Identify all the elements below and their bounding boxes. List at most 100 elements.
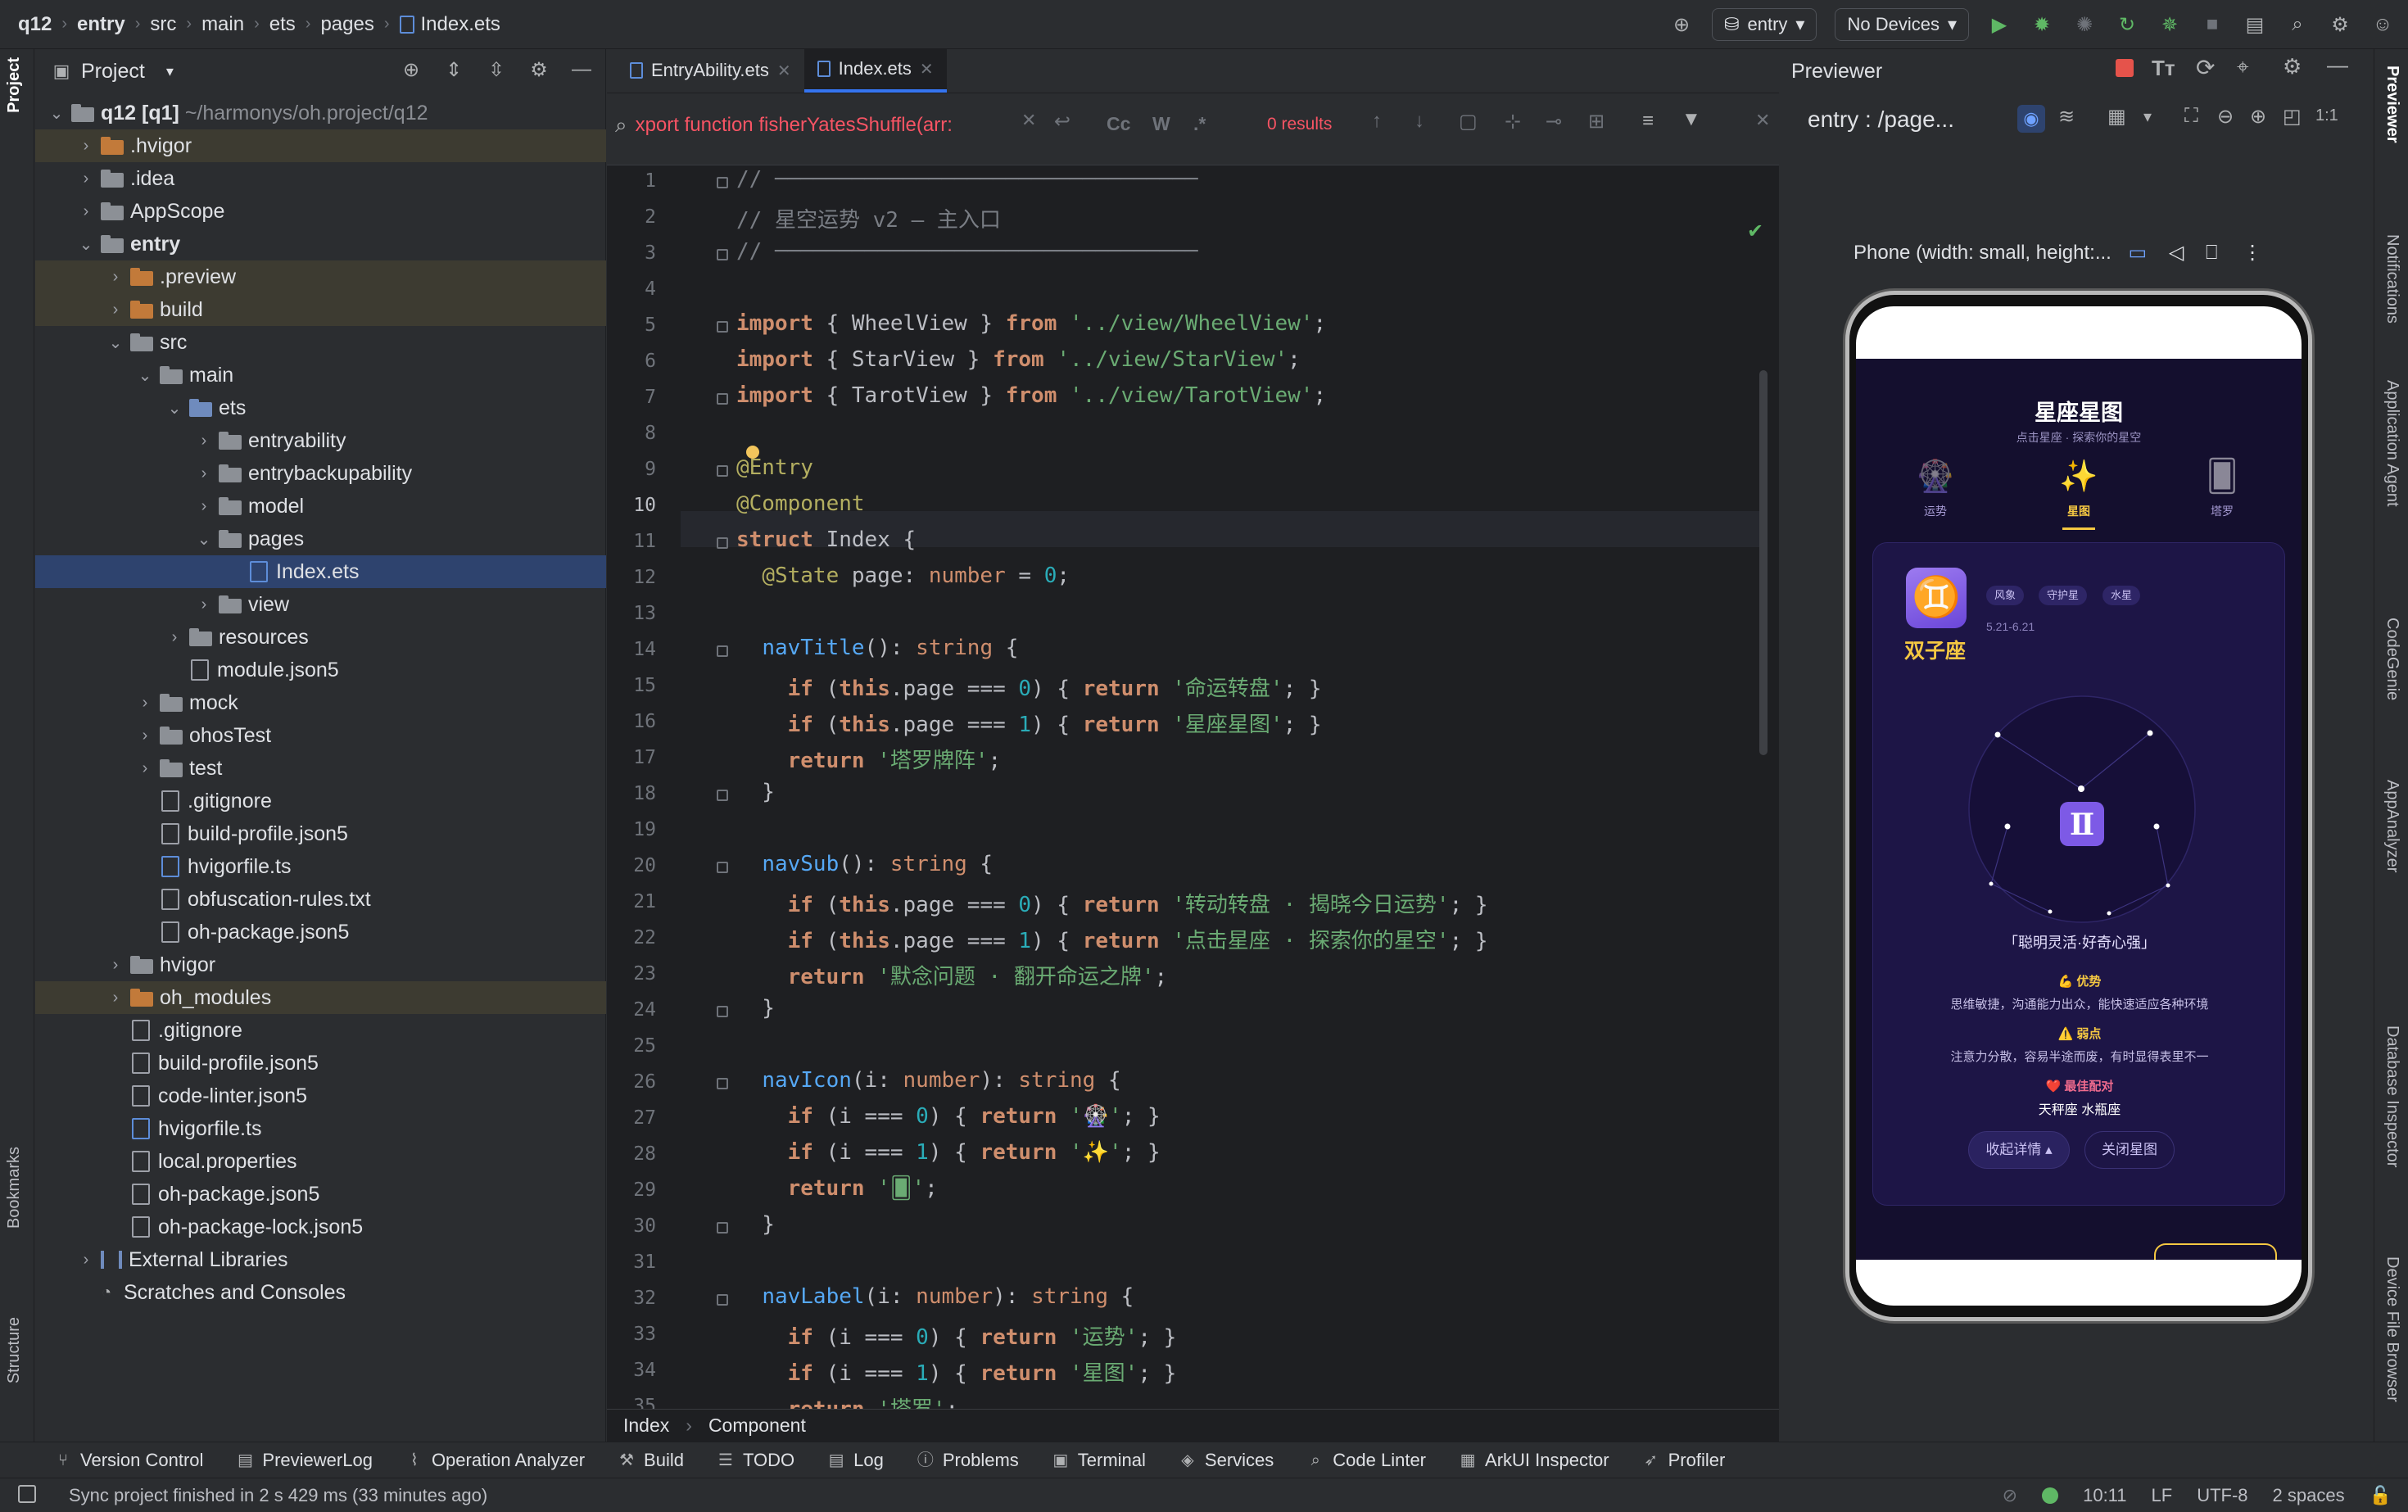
line-number[interactable]: 19 bbox=[607, 819, 656, 840]
tree-item[interactable]: › .preview bbox=[35, 260, 606, 293]
tree-item-root[interactable]: ⌄ q12 [q1] ~/harmonys/oh.project/q12 bbox=[35, 97, 606, 129]
one-to-one-icon[interactable]: 1:1 bbox=[2315, 106, 2338, 125]
line-number[interactable]: 8 bbox=[607, 423, 656, 444]
line-number[interactable]: 3 bbox=[607, 242, 656, 264]
tree-item[interactable]: › mock bbox=[35, 686, 606, 719]
code-editor[interactable]: ✔ 1 2 3 4 5 6 7 8 9 10 11 12 13 14 15 16 17 18 19 20 21 22 23 2… bbox=[607, 165, 1779, 1443]
crumb-module[interactable]: entry bbox=[77, 13, 125, 36]
chevron-down-icon[interactable]: ▾ bbox=[2143, 106, 2152, 127]
line-number[interactable]: 12 bbox=[607, 567, 656, 588]
collapse-all-icon[interactable]: ⇳ bbox=[484, 57, 509, 82]
fold-marker-icon[interactable] bbox=[717, 1006, 728, 1017]
apply-changes-icon[interactable]: ↻ bbox=[2115, 12, 2139, 37]
previewer-log-button[interactable]: ▤ PreviewerLog bbox=[236, 1450, 373, 1471]
more-icon[interactable]: ⋮ bbox=[2243, 242, 2262, 264]
tree-item[interactable]: .gitignore bbox=[35, 1014, 606, 1047]
profile-icon[interactable]: ✵ bbox=[2157, 12, 2182, 37]
tree-item[interactable]: ⌄ pages bbox=[35, 523, 606, 555]
line-number[interactable]: 30 bbox=[607, 1215, 656, 1237]
chevron-right-icon[interactable]: › bbox=[76, 170, 96, 188]
tree-item[interactable]: › External Libraries bbox=[35, 1243, 606, 1276]
attach-debugger-icon[interactable]: ✺ bbox=[2072, 12, 2097, 37]
tree-item[interactable]: build-profile.json5 bbox=[35, 1047, 606, 1080]
remove-selection-icon[interactable]: ⊸ bbox=[1546, 110, 1562, 134]
tab-entryability[interactable]: EntryAbility.ets ✕ bbox=[617, 48, 804, 93]
chevron-right-icon[interactable]: › bbox=[165, 628, 184, 647]
line-number[interactable]: 10 bbox=[607, 495, 656, 516]
chevron-right-icon[interactable]: › bbox=[135, 694, 155, 713]
collapse-details-button[interactable]: 收起详情 ▴ bbox=[1968, 1131, 2070, 1169]
multi-device-icon[interactable]: ▦ bbox=[2107, 105, 2126, 129]
appanalyzer-tool-tab[interactable]: AppAnalyzer bbox=[2383, 780, 2401, 872]
tree-item[interactable]: › oh_modules bbox=[35, 981, 606, 1014]
inspect-mode-icon[interactable]: ◉ bbox=[2017, 105, 2045, 133]
tree-item[interactable]: hvigorfile.ts bbox=[35, 850, 606, 883]
crumb-main[interactable]: main bbox=[201, 13, 244, 36]
stop-preview-icon[interactable] bbox=[2116, 59, 2134, 77]
target-icon[interactable]: ⊕ bbox=[1669, 12, 1694, 37]
chevron-right-icon[interactable]: › bbox=[194, 595, 214, 614]
font-size-icon[interactable]: Tт bbox=[2152, 56, 2175, 81]
chevron-right-icon[interactable]: › bbox=[76, 1251, 96, 1270]
terminal-button[interactable]: ▣ Terminal bbox=[1052, 1450, 1146, 1471]
line-separator[interactable]: LF bbox=[2152, 1485, 2173, 1506]
debug-icon[interactable]: ✹ bbox=[2030, 12, 2054, 37]
constellation-map[interactable]: Ⅱ bbox=[1963, 690, 2201, 928]
tab-index[interactable]: Index.ets ✕ bbox=[803, 48, 947, 93]
chevron-right-icon[interactable]: › bbox=[76, 202, 96, 221]
fold-marker-icon[interactable] bbox=[717, 177, 728, 188]
chevron-right-icon[interactable]: › bbox=[106, 301, 125, 319]
log-button[interactable]: ▤ Log bbox=[827, 1450, 884, 1471]
fold-marker-icon[interactable] bbox=[717, 249, 728, 260]
fold-marker-icon[interactable] bbox=[717, 537, 728, 549]
chevron-right-icon[interactable]: › bbox=[194, 432, 214, 450]
select-all-occurrences-icon[interactable]: ▢ bbox=[1459, 110, 1478, 134]
tree-item[interactable]: › .idea bbox=[35, 162, 606, 195]
hide-icon[interactable]: — bbox=[569, 57, 594, 82]
tree-item[interactable]: oh-package.json5 bbox=[35, 916, 606, 948]
line-number[interactable]: 17 bbox=[607, 747, 656, 768]
settings-gear-icon[interactable]: ⚙ bbox=[2328, 12, 2352, 37]
tree-item[interactable]: ⌄ entry bbox=[35, 228, 606, 260]
line-number[interactable]: 33 bbox=[607, 1324, 656, 1345]
chevron-down-icon[interactable]: ⌄ bbox=[106, 333, 125, 353]
bookmarks-tool-tab[interactable]: Bookmarks bbox=[5, 1147, 24, 1229]
device-manager-icon[interactable]: ▤ bbox=[2243, 12, 2267, 37]
crumb-pages[interactable]: pages bbox=[320, 13, 373, 36]
close-icon[interactable]: ✕ bbox=[777, 61, 791, 81]
search-icon[interactable]: ⌕ bbox=[615, 112, 627, 138]
project-tool-tab[interactable]: Project bbox=[5, 57, 24, 113]
tree-item[interactable]: › entryability bbox=[35, 424, 606, 457]
line-number[interactable]: 29 bbox=[607, 1179, 656, 1201]
tree-item[interactable]: obfuscation-rules.txt bbox=[35, 883, 606, 916]
crumb-decorator[interactable]: Component bbox=[708, 1415, 806, 1437]
tree-item[interactable]: › build bbox=[35, 293, 606, 326]
device-select[interactable]: No Devices ▾ bbox=[1835, 8, 1969, 41]
arkui-inspector-button[interactable]: ▦ ArkUI Inspector bbox=[1459, 1450, 1609, 1471]
codegenie-tool-tab[interactable]: CodeGenie bbox=[2383, 618, 2401, 700]
tree-item[interactable]: › model bbox=[35, 490, 606, 523]
line-number[interactable]: 13 bbox=[607, 603, 656, 624]
tree-item-selected[interactable]: Index.ets bbox=[35, 555, 606, 588]
line-number[interactable]: 25 bbox=[607, 1035, 656, 1057]
editor-scrollbar[interactable] bbox=[1759, 370, 1768, 755]
chevron-right-icon[interactable]: › bbox=[76, 137, 96, 156]
tree-item[interactable]: › test bbox=[35, 752, 606, 785]
line-number[interactable]: 2 bbox=[607, 206, 656, 228]
chevron-right-icon[interactable]: › bbox=[194, 497, 214, 516]
close-starmap-button[interactable]: 关闭星图 bbox=[2084, 1131, 2175, 1169]
chevron-down-icon[interactable]: ⌄ bbox=[47, 103, 66, 124]
tree-item[interactable]: › ohosTest bbox=[35, 719, 606, 752]
fold-marker-icon[interactable] bbox=[717, 465, 728, 477]
fold-marker-icon[interactable] bbox=[717, 1078, 728, 1089]
search-icon[interactable]: ⌕ bbox=[2285, 12, 2310, 37]
line-number[interactable]: 7 bbox=[607, 387, 656, 408]
fold-marker-icon[interactable] bbox=[717, 790, 728, 801]
line-number[interactable]: 6 bbox=[607, 351, 656, 372]
next-occurrence-icon[interactable]: ↓ bbox=[1414, 110, 1424, 133]
toggle-tool-windows-icon[interactable] bbox=[18, 1485, 36, 1503]
tree-item[interactable]: ◔ Scratches and Consoles bbox=[35, 1276, 606, 1309]
file-encoding[interactable]: UTF-8 bbox=[2197, 1485, 2247, 1506]
line-number[interactable]: 32 bbox=[607, 1288, 656, 1309]
no-inspection-icon[interactable]: ⊘ bbox=[2003, 1485, 2017, 1506]
